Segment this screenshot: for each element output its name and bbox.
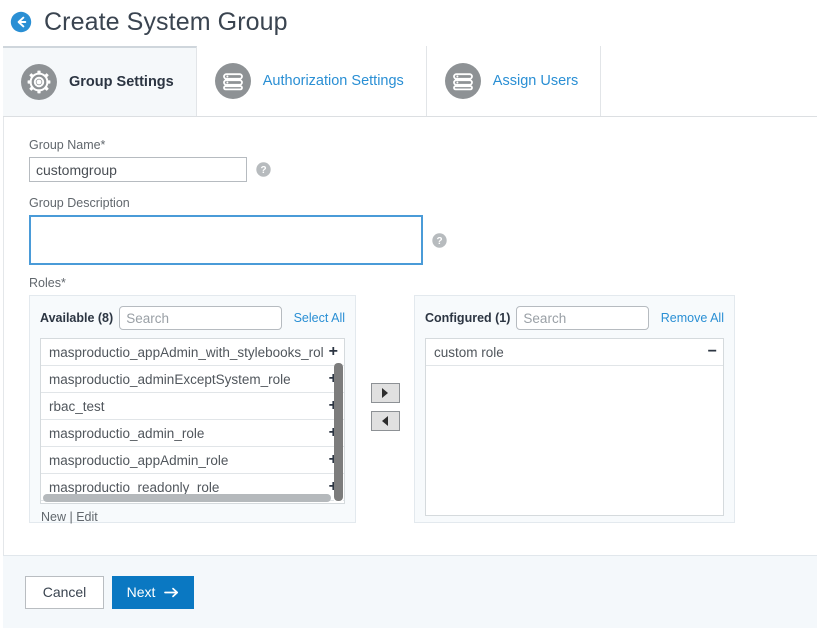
configured-panel-header: Configured (1) Remove All: [425, 305, 724, 331]
role-name: masproductio_admin_role: [49, 425, 205, 441]
role-name: masproductio_readonly_role: [49, 479, 220, 495]
group-description-row: ?: [29, 215, 817, 265]
configured-list-scroll: custom role −: [426, 339, 723, 515]
remove-role-icon[interactable]: −: [708, 344, 717, 360]
select-all-link[interactable]: Select All: [294, 311, 345, 325]
configured-count-label: Configured (1): [425, 311, 511, 325]
roles-dual-list: Available (8) Select All masproductio_ap…: [29, 295, 817, 524]
scrollbar-thumb[interactable]: [334, 363, 343, 501]
list-item[interactable]: custom role −: [426, 339, 723, 366]
available-search-input[interactable]: [119, 306, 282, 330]
group-description-textarea[interactable]: [29, 215, 423, 265]
available-panel-header: Available (8) Select All: [40, 305, 345, 331]
role-name: masproductio_adminExceptSystem_role: [49, 371, 291, 387]
page-title: Create System Group: [44, 7, 288, 36]
form-footer: Cancel Next: [3, 555, 817, 628]
group-name-input[interactable]: [29, 157, 247, 182]
transfer-buttons: [356, 295, 414, 439]
triangle-right-icon: [382, 388, 388, 398]
available-panel-footer: New | Edit: [40, 510, 345, 524]
role-name: masproductio_appAdmin_with_stylebooks_ro…: [49, 344, 323, 360]
help-circle-icon[interactable]: ?: [256, 162, 271, 177]
new-role-link[interactable]: New: [41, 510, 66, 524]
arrow-right-icon: [164, 586, 179, 599]
list-item[interactable]: rbac_test +: [41, 393, 344, 420]
tab-label: Group Settings: [69, 74, 174, 90]
available-list-scroll: masproductio_appAdmin_with_stylebooks_ro…: [41, 339, 344, 503]
server-stack-icon: [444, 62, 482, 100]
configured-roles-listbox[interactable]: custom role −: [425, 338, 724, 516]
roles-label: Roles*: [29, 276, 66, 290]
configured-roles-panel: Configured (1) Remove All custom role −: [414, 295, 735, 523]
available-roles-listbox[interactable]: masproductio_appAdmin_with_stylebooks_ro…: [40, 338, 345, 504]
group-name-label: Group Name*: [29, 138, 106, 152]
scrollbar-thumb[interactable]: [43, 494, 331, 502]
available-roles-panel: Available (8) Select All masproductio_ap…: [29, 295, 356, 524]
form-body: Group Name* ? Group Description ? Role: [3, 117, 817, 555]
triangle-left-icon: [382, 416, 388, 426]
tab-label: Assign Users: [492, 73, 579, 89]
available-count-label: Available (8): [40, 311, 114, 325]
move-left-button[interactable]: [370, 411, 400, 431]
tab-label: Authorization Settings: [262, 73, 404, 89]
svg-text:?: ?: [260, 165, 266, 176]
edit-role-link[interactable]: Edit: [76, 510, 98, 524]
tab-authorization-settings[interactable]: Authorization Settings: [197, 46, 427, 116]
server-stack-icon: [214, 62, 252, 100]
role-name: custom role: [434, 344, 504, 360]
tab-bar: Group Settings Authorization Settings As…: [3, 46, 817, 117]
tab-assign-users[interactable]: Assign Users: [427, 46, 602, 116]
group-name-row: ?: [29, 157, 817, 182]
next-button[interactable]: Next: [112, 575, 194, 609]
help-circle-icon[interactable]: ?: [432, 232, 447, 248]
page-header: Create System Group: [0, 0, 817, 44]
next-button-label: Next: [126, 584, 156, 600]
add-role-icon[interactable]: +: [329, 344, 338, 360]
gear-icon: [20, 63, 58, 101]
create-system-group-page: Create System Group Group Settings Autho…: [0, 0, 817, 628]
available-vertical-scrollbar[interactable]: [334, 363, 343, 501]
role-name: masproductio_appAdmin_role: [49, 452, 229, 468]
svg-text:?: ?: [436, 236, 442, 247]
back-arrow-circle-icon[interactable]: [10, 11, 32, 33]
list-item[interactable]: masproductio_admin_role +: [41, 420, 344, 447]
tab-group-settings[interactable]: Group Settings: [3, 46, 197, 116]
list-item[interactable]: masproductio_adminExceptSystem_role +: [41, 366, 344, 393]
configured-search-input[interactable]: [516, 306, 649, 330]
available-horizontal-scrollbar[interactable]: [43, 494, 331, 502]
footer-separator: |: [66, 510, 77, 524]
cancel-button[interactable]: Cancel: [25, 575, 104, 609]
remove-all-link[interactable]: Remove All: [661, 311, 724, 325]
group-description-label: Group Description: [29, 196, 130, 210]
list-item[interactable]: masproductio_appAdmin_role +: [41, 447, 344, 474]
tab-bar-filler: [601, 46, 817, 116]
role-name: rbac_test: [49, 398, 105, 414]
list-item[interactable]: masproductio_appAdmin_with_stylebooks_ro…: [41, 339, 344, 366]
move-right-button[interactable]: [370, 383, 400, 403]
